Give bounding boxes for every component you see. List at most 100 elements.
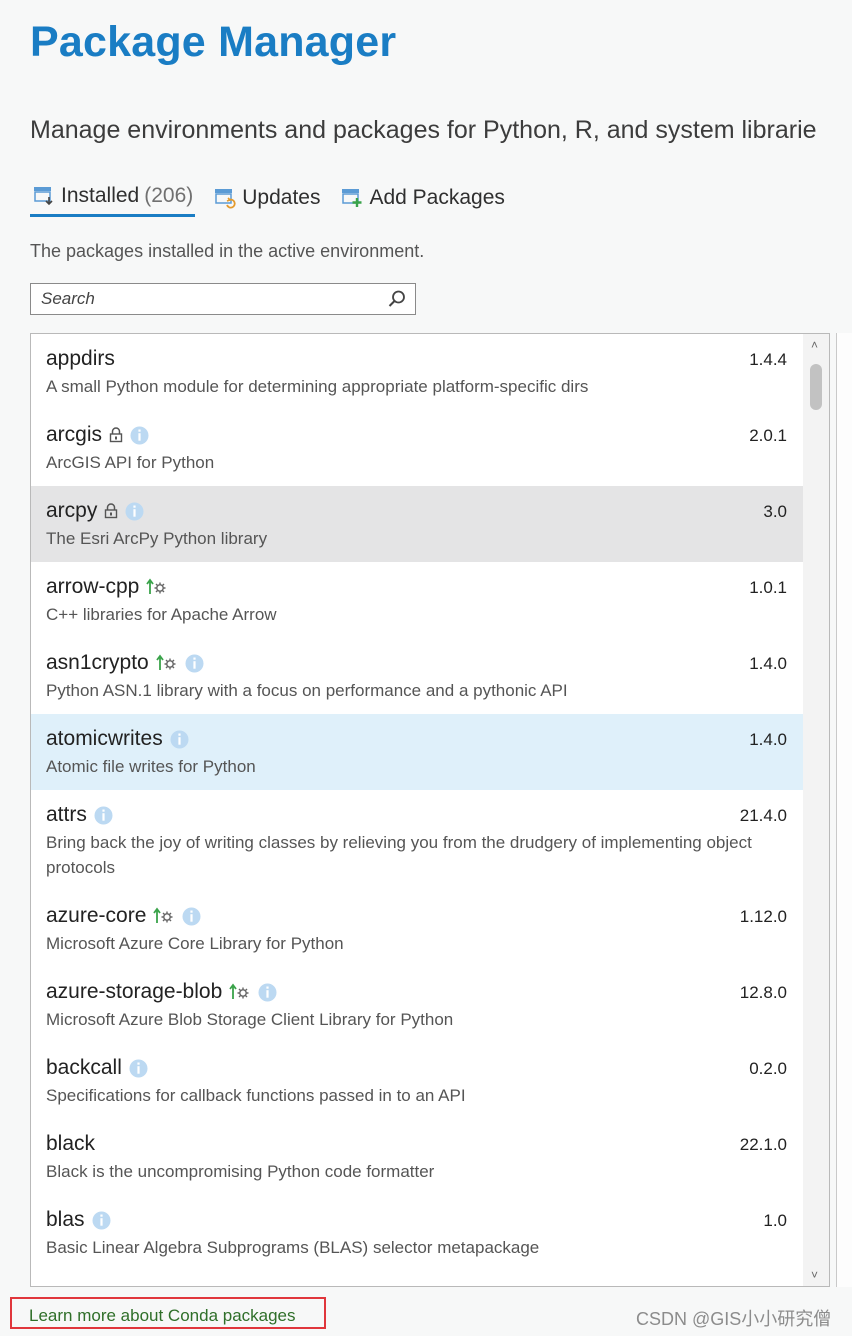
package-name: asn1crypto: [46, 651, 149, 674]
package-rows: appdirs 1.4.4 A small Python module for de…: [31, 334, 829, 1288]
package-description: Basic Linear Algebra Subprograms (BLAS) …: [46, 1238, 540, 1257]
package-name-line: asn1crypto: [46, 650, 799, 676]
package-row[interactable]: arcgis 2.0.1 ArcGIS API for Python: [31, 410, 829, 486]
package-row[interactable]: arrow-cpp 1.0.1 C++ libraries for Apache A…: [31, 562, 829, 638]
add-packages-icon: [340, 187, 364, 209]
package-name: arrow-cpp: [46, 575, 140, 598]
package-row[interactable]: attrs 21.4.0 Bring back the joy of writing…: [31, 790, 829, 891]
package-row[interactable]: asn1crypto 1.4.0 Python ASN.1 library with…: [31, 638, 829, 714]
package-name: appdirs: [46, 347, 115, 370]
scrollbar[interactable]: ˄ ˅: [803, 334, 829, 1286]
package-row[interactable]: azure-core 1.12.0 Microsoft Azure Core Lib…: [31, 891, 829, 967]
package-name: atomicwrites: [46, 727, 163, 750]
update-available-icon: [153, 906, 175, 926]
package-version: 1.0.1: [749, 578, 787, 597]
package-description: A small Python module for determining ap…: [46, 377, 589, 396]
package-version: 22.1.0: [739, 1135, 787, 1154]
installed-icon: [32, 185, 56, 207]
tab-installed[interactable]: Installed (206): [30, 184, 196, 217]
update-available-icon: [229, 982, 251, 1002]
package-name: bleach: [46, 1284, 108, 1286]
info-icon[interactable]: [129, 1059, 148, 1078]
update-available-icon: [156, 653, 178, 673]
package-name: azure-core: [46, 904, 147, 927]
package-version: 1.0: [763, 1211, 787, 1230]
tab-description: The packages installed in the active env…: [30, 241, 425, 261]
package-version: 3.0: [763, 502, 787, 521]
info-icon[interactable]: [170, 730, 189, 749]
search-box: [30, 283, 416, 315]
package-row[interactable]: arcpy 3.0 The Esri ArcPy Python library: [31, 486, 829, 562]
update-available-icon: [146, 577, 168, 597]
package-version: 1.4.0: [749, 654, 787, 673]
package-name-line: blas: [46, 1207, 799, 1233]
package-row[interactable]: bleach4.1.0Easy, whitelist-based HTML-sa…: [31, 1271, 829, 1288]
package-description: ArcGIS API for Python: [46, 453, 215, 472]
info-icon[interactable]: [92, 1211, 111, 1230]
package-description: Microsoft Azure Core Library for Python: [46, 934, 344, 953]
page-subtitle: Manage environments and packages for Pyt…: [30, 116, 817, 144]
search-input[interactable]: [39, 288, 373, 310]
conda-learn-more-link[interactable]: Learn more about Conda packages: [29, 1306, 296, 1326]
package-name-line: arcpy: [46, 498, 799, 524]
details-panel-edge: [836, 333, 852, 1287]
watermark: CSDN @GIS小小研究僧: [636, 1309, 832, 1329]
info-icon[interactable]: [258, 983, 277, 1002]
package-version: 1.4.0: [749, 730, 787, 749]
lock-icon: [109, 427, 123, 443]
package-name: arcgis: [46, 423, 103, 446]
package-row[interactable]: backcall 0.2.0 Specifications for callback…: [31, 1043, 829, 1119]
package-name-line: atomicwrites: [46, 726, 799, 752]
package-description: Python ASN.1 library with a focus on per…: [46, 681, 568, 700]
updates-icon: [213, 187, 237, 209]
info-icon[interactable]: [182, 907, 201, 926]
package-description: Atomic file writes for Python: [46, 757, 256, 776]
package-description: Bring back the joy of writing classes by…: [46, 833, 752, 877]
tab-add-packages-label: Add Packages: [369, 185, 505, 209]
scroll-up-arrow-icon[interactable]: ˄: [811, 338, 818, 352]
package-name: attrs: [46, 803, 87, 826]
tab-add-packages[interactable]: Add Packages: [338, 184, 506, 217]
package-name-line: appdirs: [46, 346, 799, 372]
package-name-line: backcall: [46, 1055, 799, 1081]
package-description: C++ libraries for Apache Arrow: [46, 605, 277, 624]
installed-count: (206): [144, 184, 194, 207]
package-row[interactable]: atomicwrites 1.4.0 Atomic file writes for …: [31, 714, 829, 790]
package-row[interactable]: blas 1.0 Basic Linear Algebra Subprograms …: [31, 1195, 829, 1271]
info-icon[interactable]: [130, 426, 149, 445]
package-description: Black is the uncompromising Python code …: [46, 1162, 435, 1181]
package-row[interactable]: azure-storage-blob 12.8.0 Microsoft Azure …: [31, 967, 829, 1043]
package-list: appdirs 1.4.4 A small Python module for de…: [30, 333, 830, 1287]
tab-updates[interactable]: Updates: [211, 184, 322, 217]
package-name-line: bleach: [46, 1283, 799, 1288]
tab-installed-label: Installed: [61, 184, 140, 207]
tab-bar: Installed (206) Updates Add Packages: [30, 184, 507, 217]
scroll-down-arrow-icon[interactable]: ˅: [811, 1268, 818, 1282]
package-version: 21.4.0: [739, 806, 787, 825]
lock-icon: [104, 503, 118, 519]
info-icon[interactable]: [125, 502, 144, 521]
package-version: 1.4.4: [749, 350, 787, 369]
package-row[interactable]: appdirs 1.4.4 A small Python module for de…: [31, 334, 829, 410]
package-name-line: arcgis: [46, 422, 799, 448]
search-icon[interactable]: [387, 289, 407, 309]
info-icon[interactable]: [185, 654, 204, 673]
info-icon[interactable]: [94, 806, 113, 825]
tab-updates-label: Updates: [242, 185, 321, 209]
package-name: azure-storage-blob: [46, 980, 223, 1003]
package-name-line: azure-storage-blob: [46, 979, 799, 1005]
package-description: Microsoft Azure Blob Storage Client Libr…: [46, 1010, 454, 1029]
package-description: The Esri ArcPy Python library: [46, 529, 268, 548]
package-name-line: black: [46, 1131, 799, 1157]
info-icon[interactable]: [115, 1287, 134, 1288]
package-version: 12.8.0: [739, 983, 787, 1002]
scrollbar-thumb[interactable]: [810, 364, 822, 410]
package-description: Specifications for callback functions pa…: [46, 1086, 466, 1105]
package-version: 0.2.0: [749, 1059, 787, 1078]
package-name-line: attrs: [46, 802, 799, 828]
package-version: 2.0.1: [749, 426, 787, 445]
package-row[interactable]: black 22.1.0 Black is the uncompromising P…: [31, 1119, 829, 1195]
package-name-line: arrow-cpp: [46, 574, 799, 600]
page-title: Package Manager: [30, 18, 397, 66]
package-name: arcpy: [46, 499, 98, 522]
